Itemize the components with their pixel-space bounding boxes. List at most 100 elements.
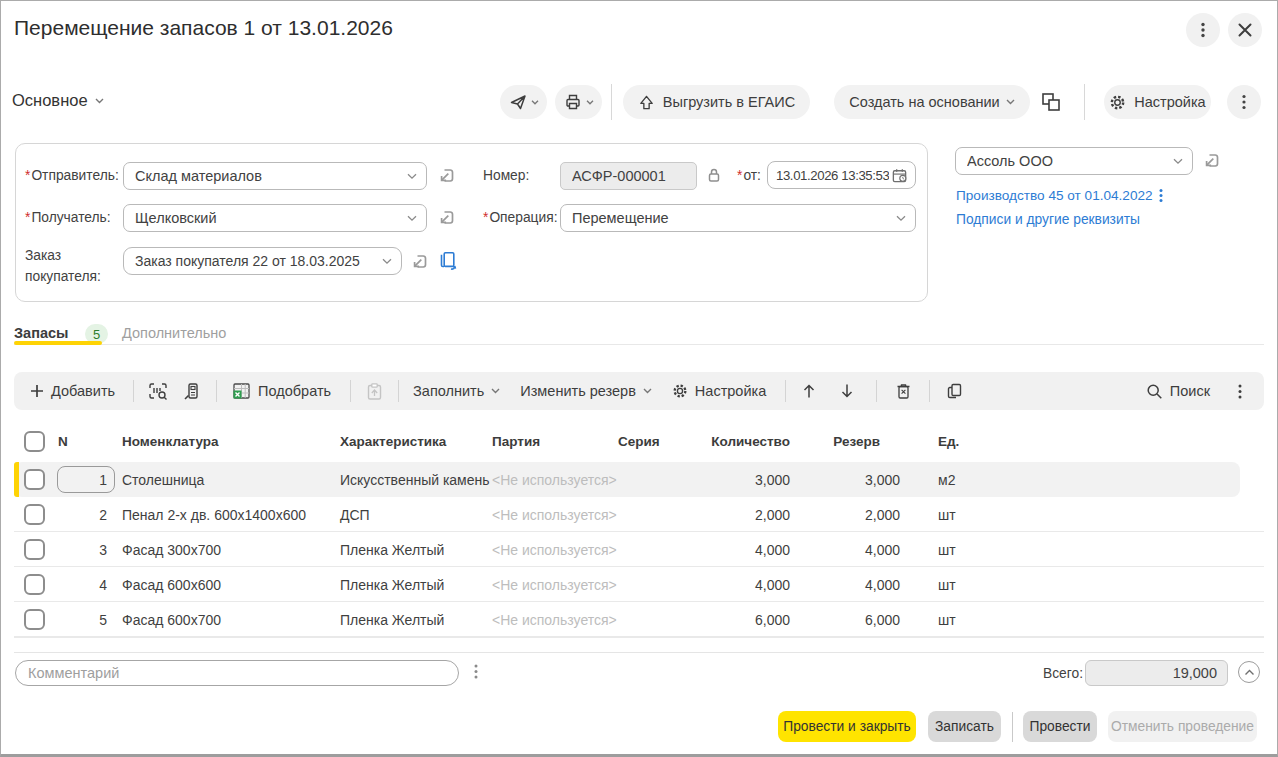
cell-characteristic: Пленка Желтый (340, 612, 444, 628)
col-reserve[interactable]: Резерв (780, 434, 880, 449)
collapse-footer-button[interactable] (1238, 661, 1260, 683)
table-settings-button[interactable]: Настройка (672, 383, 766, 399)
table-more-button[interactable] (1236, 383, 1244, 400)
open-icon (437, 166, 456, 185)
operation-field[interactable]: Перемещение (560, 204, 916, 232)
main-menu[interactable]: Основное (12, 91, 104, 110)
send-button[interactable] (500, 85, 547, 119)
cell-characteristic: ДСП (340, 507, 370, 523)
move-up-button[interactable] (802, 383, 816, 399)
row-checkbox[interactable] (24, 609, 45, 630)
window-menu-button[interactable] (1186, 13, 1220, 47)
structure-icon (1040, 91, 1062, 113)
kebab-icon (1157, 188, 1165, 204)
sender-field[interactable]: Склад материалов (123, 162, 427, 190)
kebab-icon (1197, 21, 1209, 39)
table-row[interactable]: 2 Пенал 2-х дв. 600х1400х600 ДСП <Не исп… (14, 497, 1264, 532)
col-n[interactable]: N (58, 434, 68, 449)
barcode-terminal-button[interactable] (182, 382, 200, 401)
settings-button[interactable]: Настройка (1104, 85, 1211, 119)
close-button[interactable] (1228, 13, 1262, 47)
cell-batch: <Не используется> (492, 542, 617, 558)
receiver-field[interactable]: Щелковский (123, 204, 427, 232)
chevron-down-icon (407, 173, 417, 180)
cell-unit: шт (938, 577, 956, 593)
cancel-posting-button[interactable]: Отменить проведение (1108, 711, 1257, 742)
sender-open-button[interactable] (437, 166, 456, 185)
tab-stock[interactable]: Запасы (14, 325, 68, 341)
table-row[interactable]: 4 Фасад 600х600 Пленка Желтый <Не исполь… (14, 567, 1264, 602)
cell-unit: м2 (938, 472, 955, 488)
close-icon (1237, 22, 1253, 38)
date-label: *от: (737, 168, 761, 183)
page-title: Перемещение запасов 1 от 13.01.2026 (14, 16, 393, 40)
kebab-icon (1236, 383, 1244, 400)
post-button[interactable]: Провести (1023, 711, 1097, 742)
organization-open-button[interactable] (1202, 151, 1221, 170)
comment-menu-button[interactable] (472, 663, 480, 680)
related-documents-button[interactable] (1040, 91, 1062, 113)
copy-rows-button[interactable] (946, 382, 963, 400)
col-quantity[interactable]: Количество (690, 434, 790, 449)
egais-upload-button[interactable]: Выгрузить в ЕГАИС (623, 85, 810, 119)
paste-button[interactable] (366, 382, 383, 401)
order-open-button[interactable] (410, 252, 429, 271)
post-and-close-button[interactable]: Провести и закрыть (778, 711, 916, 742)
production-link[interactable]: Производство 45 от 01.04.2022 (956, 188, 1153, 203)
cell-nomenclature: Фасад 600х600 (122, 577, 221, 593)
comment-input[interactable] (15, 660, 459, 686)
cell-quantity: 4,000 (690, 577, 790, 593)
cell-reserve: 3,000 (800, 472, 900, 488)
add-row-button[interactable]: Добавить (30, 383, 115, 399)
table-row[interactable]: 1 Столешница Искусственный камень <Не ис… (0, 462, 1278, 497)
fill-menu-button[interactable]: Заполнить (413, 383, 500, 399)
cell-batch: <Не используется> (492, 507, 617, 523)
row-checkbox[interactable] (24, 469, 45, 490)
delete-row-button[interactable] (895, 382, 912, 400)
date-field[interactable]: 13.01.2026 13:35:53 (767, 161, 916, 189)
gear-icon (672, 383, 688, 399)
row-checkbox[interactable] (24, 539, 45, 560)
more-actions-button[interactable] (1227, 85, 1261, 119)
cell-quantity: 3,000 (690, 472, 790, 488)
production-menu-button[interactable] (1157, 188, 1165, 204)
table-row[interactable]: 3 Фасад 300х700 Пленка Желтый <Не исполь… (14, 532, 1264, 567)
pick-items-button[interactable]: Подобрать (232, 382, 331, 400)
print-button[interactable] (555, 85, 602, 119)
col-series[interactable]: Серия (618, 434, 660, 449)
clipboard-icon (366, 382, 383, 401)
search-button[interactable]: Поиск (1146, 383, 1210, 400)
cell-reserve: 2,000 (800, 507, 900, 523)
chevron-down-icon (531, 100, 539, 105)
cell-batch: <Не используется> (492, 472, 617, 488)
row-checkbox[interactable] (24, 504, 45, 525)
change-reserve-menu-button[interactable]: Изменить резерв (520, 383, 652, 399)
chevron-down-icon (643, 388, 652, 394)
total-label: Всего: (1043, 666, 1083, 681)
organization-field[interactable]: Ассоль ООО (955, 147, 1193, 175)
signatures-link[interactable]: Подписи и другие реквизиты (956, 212, 1140, 227)
active-row-marker (14, 462, 19, 497)
table-bottom-line (14, 637, 1264, 638)
table-row[interactable]: 5 Фасад 600х700 Пленка Желтый <Не исполь… (14, 602, 1264, 637)
save-button[interactable]: Записать (928, 711, 1001, 742)
col-batch[interactable]: Партия (492, 434, 540, 449)
create-based-on-button[interactable]: Создать на основании (834, 85, 1030, 119)
cell-batch: <Не используется> (492, 612, 617, 628)
lock-icon (705, 166, 723, 184)
col-unit[interactable]: Ед. (938, 434, 959, 449)
number-label: Номер: (483, 168, 529, 183)
select-all-checkbox[interactable] (24, 431, 45, 452)
gear-icon (1109, 94, 1126, 111)
footer-divider (14, 652, 1264, 653)
total-value: 19,000 (1085, 660, 1228, 686)
order-field[interactable]: Заказ покупателя 22 от 18.03.2025 (123, 247, 402, 275)
row-checkbox[interactable] (24, 574, 45, 595)
tab-additional[interactable]: Дополнительно (122, 325, 226, 341)
barcode-scan-button[interactable] (148, 382, 168, 401)
col-nomenclature[interactable]: Номенклатура (122, 434, 219, 449)
col-characteristic[interactable]: Характеристика (340, 434, 446, 449)
receiver-open-button[interactable] (437, 208, 456, 227)
order-copy-button[interactable] (438, 250, 458, 272)
move-down-button[interactable] (840, 383, 854, 399)
